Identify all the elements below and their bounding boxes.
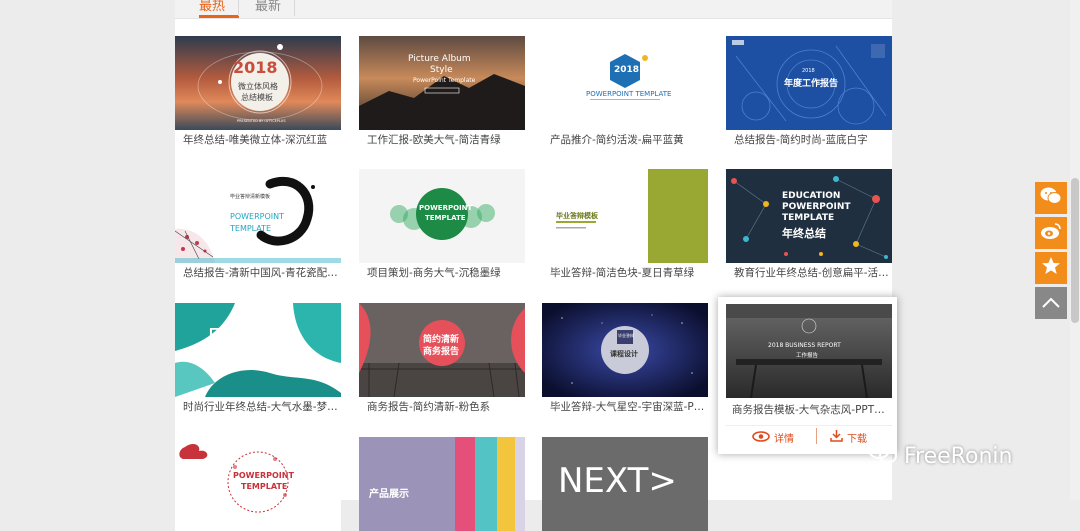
template-caption[interactable]: 总结报告-简约时尚-蓝底白字	[734, 132, 890, 147]
template-thumbnail[interactable]: POWERPOINT TEMPLATE	[175, 437, 341, 531]
weibo-share-button[interactable]	[1035, 217, 1067, 249]
weibo-icon	[1040, 222, 1062, 244]
action-divider	[816, 428, 817, 444]
template-thumbnail[interactable]: 2018 年度工作报告	[726, 36, 892, 130]
details-label: 详情	[774, 434, 794, 445]
thumb-subtitle: 毕业答辩清新模板	[230, 194, 271, 200]
thumb-title: 产品展示	[369, 489, 409, 500]
watermark-text: FreeRonin	[904, 443, 1013, 469]
sort-tab-bar: 最热 最新	[175, 0, 892, 19]
thumb-subtitle: 总结模板	[241, 93, 273, 102]
active-tab-indicator	[199, 15, 239, 18]
template-thumbnail[interactable]: 毕业答辩清新模板 POWERPOINT TEMPLATE	[175, 169, 341, 263]
thumb-title: 2018	[233, 58, 278, 77]
details-button[interactable]: 详情	[752, 430, 794, 445]
thumb-subtitle: 微立体风格	[238, 82, 278, 91]
template-caption[interactable]: 项目策划-商务大气-沉稳墨绿	[367, 265, 523, 280]
template-thumbnail[interactable]: Picture Album Style PowerPoint Template	[359, 36, 525, 130]
thumb-subtitle: 商务报告	[423, 347, 460, 357]
thumb-subtitle: TEMPLATE	[241, 482, 288, 491]
template-caption[interactable]: 工作汇报-欧美大气-简洁青绿	[367, 132, 523, 147]
favorite-button[interactable]	[1035, 252, 1067, 284]
download-button[interactable]: 下载	[830, 430, 867, 445]
watermark: FreeRonin	[868, 441, 1012, 471]
download-label: 下载	[847, 434, 867, 445]
next-page-label[interactable]: NEXT>	[558, 461, 677, 501]
thumb-subtitle: TEMPLATE	[425, 214, 466, 222]
thumb-title: EDUCATION	[782, 191, 841, 201]
next-page-thumbnail[interactable]: NEXT>	[542, 437, 708, 531]
thumb-subtitle: POWERPOINT	[782, 202, 851, 212]
template-caption[interactable]: 毕业答辩-简洁色块-夏日青草绿	[550, 265, 706, 280]
wechat-share-button[interactable]	[1035, 182, 1067, 214]
template-thumbnail[interactable]: 2018 POWERPOINT TEMPLATE	[542, 36, 708, 130]
template-caption[interactable]: 年终总结-唯美微立体-深沉红蓝	[183, 132, 339, 147]
template-thumbnail[interactable]: FASHION	[175, 303, 341, 397]
tab-newest[interactable]: 最新	[255, 0, 281, 14]
eye-icon	[752, 430, 770, 445]
wechat-icon	[868, 441, 898, 471]
thumb-title: POWERPOINT	[233, 471, 294, 480]
thumb-subtitle: TEMPLATE	[782, 213, 835, 223]
chevron-up-icon	[1041, 294, 1061, 313]
thumb-title: POWERPOINT	[419, 204, 473, 212]
template-caption[interactable]: 商务报告-简约清新-粉色系	[367, 399, 523, 414]
template-caption[interactable]: 产品推介-简约活泼-扁平蓝黄	[550, 132, 706, 147]
thumb-subtitle: 毕业答辩	[618, 333, 634, 338]
thumb-subtitle: POWERPOINT TEMPLATE	[586, 90, 672, 98]
template-thumbnail[interactable]: 毕业答辩 课程设计	[542, 303, 708, 397]
template-thumbnail[interactable]: 2018 BUSINESS REPORT 工作报告	[726, 304, 892, 398]
thumb-title: 2018	[614, 65, 640, 75]
thumb-title: POWERPOINT	[230, 212, 284, 221]
template-caption[interactable]: 商务报告模板-大气杂志风-PPT模板	[732, 402, 888, 417]
thumb-title: Picture Album	[408, 54, 471, 64]
thumb-title: 毕业答辩模板	[556, 212, 598, 220]
scrollbar-thumb[interactable]	[1071, 178, 1079, 323]
thumb-subtitle: 年终总结	[782, 227, 826, 240]
thumb-subtitle: PowerPoint Template	[413, 77, 476, 84]
thumb-subtitle: TEMPLATE	[230, 224, 272, 233]
template-thumbnail[interactable]: 2018 微立体风格 总结模板 PRESENTED BY OFFICEPLUS	[175, 36, 341, 130]
download-icon	[830, 430, 843, 445]
thumb-subtitle: 工作报告	[796, 353, 819, 359]
thumb-subtitle: Style	[430, 65, 453, 75]
tab-hottest[interactable]: 最热	[199, 0, 225, 14]
template-caption[interactable]: 教育行业年终总结-创意扁平-活泼...	[734, 265, 890, 280]
template-thumbnail[interactable]: 简约清新 商务报告	[359, 303, 525, 397]
tab-divider	[238, 0, 239, 16]
thumb-title: 年度工作报告	[784, 79, 839, 89]
thumb-subtitle: 2018	[802, 68, 815, 74]
template-caption[interactable]: 毕业答辩-大气星空-宇宙深蓝-PPT...	[550, 399, 706, 414]
thumb-title: 课程设计	[610, 350, 638, 358]
hovered-template-card[interactable]: 2018 BUSINESS REPORT 工作报告 商务报告模板-大气杂志风-P…	[718, 297, 897, 454]
template-thumbnail[interactable]: POWERPOINT TEMPLATE	[359, 169, 525, 263]
star-icon	[1041, 256, 1061, 280]
template-caption[interactable]: 总结报告-清新中国风-青花瓷配梅花	[183, 265, 339, 280]
thumb-title: FASHION	[208, 324, 296, 348]
template-thumbnail[interactable]: 毕业答辩模板	[542, 169, 708, 263]
wechat-icon	[1040, 187, 1062, 209]
thumb-title: 2018 BUSINESS REPORT	[768, 342, 841, 349]
template-caption[interactable]: 时尚行业年终总结-大气水墨-梦幻...	[183, 399, 339, 414]
thumb-footer: PRESENTED BY OFFICEPLUS	[237, 119, 286, 123]
back-to-top-button[interactable]	[1035, 287, 1067, 319]
template-thumbnail[interactable]: 产品展示	[359, 437, 525, 531]
template-thumbnail[interactable]: EDUCATION POWERPOINT TEMPLATE 年终总结	[726, 169, 892, 263]
tab-divider	[294, 0, 295, 16]
